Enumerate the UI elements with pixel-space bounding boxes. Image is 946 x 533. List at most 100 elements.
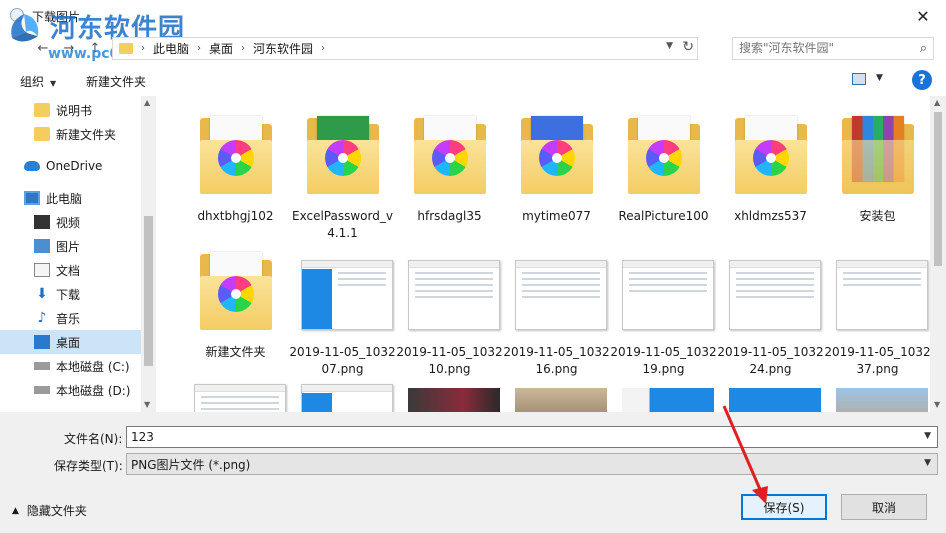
organize-menu[interactable]: 组织 ▼ [20,73,56,90]
file-item[interactable]: ExcelPassword_v4.1.1 [289,106,396,242]
file-item[interactable] [610,366,717,412]
sidebar-item-label: 图片 [56,239,81,254]
filetype-select[interactable]: PNG图片文件 (*.png) ▼ [126,453,938,475]
file-item[interactable] [182,366,289,412]
image-thumbnail [830,366,928,412]
content-scrollbar[interactable]: ▲ ▼ [930,96,946,412]
file-item[interactable]: 安装包 [824,106,930,225]
image-thumbnail [509,366,607,412]
file-item[interactable]: 2019-11-05_103237.png [824,242,930,378]
navigation-row: ← → ↑ › 此电脑 › 桌面 › 河东软件园 › ▼ ↻ ⌕ [0,32,946,64]
back-button[interactable]: ← [32,38,54,58]
file-item[interactable]: 2019-11-05_103216.png [503,242,610,378]
image-thumbnail [188,366,286,412]
image-thumbnail [402,242,500,338]
help-icon[interactable]: ? [912,70,932,90]
music-icon: ♪ [37,310,47,326]
file-name: dhxtbhgj102 [197,209,274,223]
filename-field[interactable]: ▼ [126,426,938,448]
scroll-down-icon[interactable]: ▼ [934,400,940,409]
sidebar-item-label: 音乐 [56,311,81,326]
file-item[interactable]: 2019-11-05_103210.png [396,242,503,378]
sidebar-item-onedrive[interactable]: OneDrive [0,154,141,178]
folder-icon [295,106,391,202]
folder-icon [34,127,50,141]
image-thumbnail [402,366,500,412]
file-item[interactable] [503,366,610,412]
save-button[interactable]: 保存(S) [741,494,827,520]
folder-icon [34,103,50,117]
cloud-icon [24,161,40,171]
search-icon[interactable]: ⌕ [920,41,927,56]
file-item[interactable]: 新建文件夹 [182,242,289,361]
sidebar-item-disk-d[interactable]: 本地磁盘 (D:) [0,378,141,402]
file-name: mytime077 [522,209,591,223]
folder-icon [509,106,605,202]
file-item[interactable]: mytime077 [503,106,610,225]
file-item[interactable] [824,366,930,412]
file-item[interactable]: dhxtbhgj102 [182,106,289,225]
image-thumbnail [295,366,393,412]
breadcrumb-this-pc[interactable]: 此电脑 [153,40,189,57]
sidebar-item-label: 下载 [56,287,81,302]
chevron-right-icon: › [197,43,202,54]
file-item[interactable]: 2019-11-05_103224.png [717,242,824,378]
sidebar-item-music[interactable]: ♪ 音乐 [0,306,141,330]
forward-button[interactable]: → [58,38,80,58]
title-bar: 下载图片 ✕ [0,0,946,32]
document-icon [34,263,50,277]
sidebar-scroll-thumb[interactable] [144,216,153,366]
up-button[interactable]: ↑ [84,38,106,58]
close-button[interactable]: ✕ [900,0,946,32]
scroll-up-icon[interactable]: ▲ [144,98,150,107]
filetype-value: PNG图片文件 (*.png) [131,457,251,472]
search-box[interactable]: ⌕ [732,37,934,60]
sidebar-item-pictures[interactable]: 图片 [0,234,141,258]
search-input[interactable] [739,41,909,55]
folder-icon [723,106,819,202]
refresh-icon[interactable]: ↻ [682,39,694,55]
sidebar-item-new-folder[interactable]: 新建文件夹 [0,122,141,146]
scroll-up-icon[interactable]: ▲ [934,98,940,107]
desktop-icon [34,335,50,349]
content-scroll-thumb[interactable] [934,112,942,266]
breadcrumb-desktop[interactable]: 桌面 [209,40,233,57]
file-item[interactable] [717,366,824,412]
image-thumbnail [830,242,928,338]
hide-folders-toggle[interactable]: ▲ 隐藏文件夹 [12,502,87,519]
file-item[interactable]: 2019-11-05_103219.png [610,242,717,378]
sidebar-item-videos[interactable]: 视频 [0,210,141,234]
sidebar-item-this-pc[interactable]: 此电脑 [0,186,141,210]
chevron-down-icon[interactable]: ▼ [924,458,931,468]
sidebar-item-downloads[interactable]: ⬇ 下载 [0,282,141,306]
sidebar-item-documents[interactable]: 文档 [0,258,141,282]
breadcrumb-folder[interactable]: 河东软件园 [253,40,313,57]
file-item[interactable]: hfrsdagl35 [396,106,503,225]
cancel-button[interactable]: 取消 [841,494,927,520]
file-name: ExcelPassword_v4.1.1 [292,209,393,240]
scroll-down-icon[interactable]: ▼ [144,400,150,409]
caret-up-icon: ▲ [12,505,19,516]
sidebar-item-desktop[interactable]: 桌面 [0,330,141,354]
chevron-down-icon[interactable]: ▼ [924,431,931,441]
file-item[interactable] [396,366,503,412]
view-mode-icon[interactable] [852,73,866,85]
file-item[interactable]: RealPicture100 [610,106,717,225]
image-thumbnail [509,242,607,338]
filename-input[interactable] [127,430,907,444]
chevron-right-icon: › [241,43,246,54]
sidebar-item-manual[interactable]: 说明书 [0,98,141,122]
sidebar-item-disk-c[interactable]: 本地磁盘 (C:) [0,354,141,378]
chevron-down-icon[interactable]: ▼ [666,41,673,51]
file-item[interactable] [289,366,396,412]
file-name: xhldmzs537 [734,209,807,223]
file-grid: dhxtbhgj102 ExcelPassword_v4.1.1 hfrsdag… [160,96,930,412]
new-folder-button[interactable]: 新建文件夹 [86,73,146,90]
sidebar-scrollbar[interactable]: ▲ ▼ [141,96,156,412]
file-item[interactable]: 2019-11-05_103207.png [289,242,396,378]
image-thumbnail [616,242,714,338]
file-name: RealPicture100 [618,209,709,223]
address-bar[interactable]: › 此电脑 › 桌面 › 河东软件园 › ▼ ↻ [112,37,698,60]
file-item[interactable]: xhldmzs537 [717,106,824,225]
caret-down-icon[interactable]: ▼ [876,73,883,83]
